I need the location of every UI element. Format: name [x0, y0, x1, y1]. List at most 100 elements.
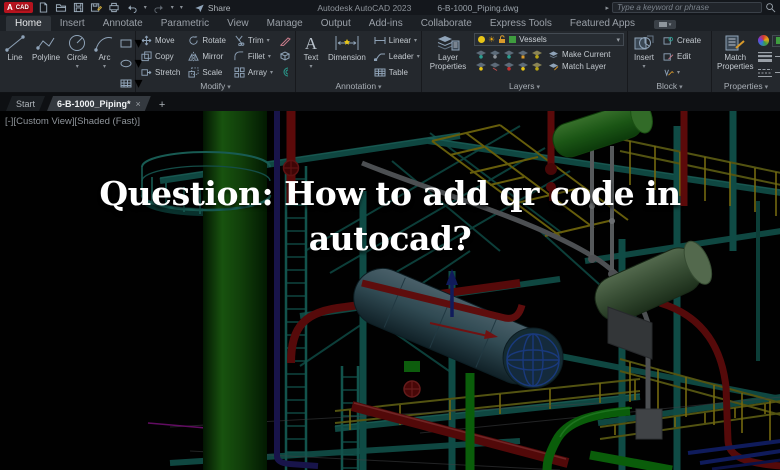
- layer-tool-icon[interactable]: [503, 49, 515, 59]
- stretch-tool[interactable]: Stretch: [139, 67, 182, 78]
- lineweight-select[interactable]: ByLayer: [775, 52, 780, 61]
- undo-icon[interactable]: [126, 2, 138, 13]
- layer-tool-icon[interactable]: [489, 61, 501, 71]
- modify-panel-label[interactable]: Modify: [136, 80, 295, 92]
- tab-annotate[interactable]: Annotate: [94, 16, 152, 31]
- copy-tool[interactable]: Copy: [139, 51, 182, 62]
- properties-panel-label[interactable]: Properties: [712, 80, 780, 92]
- plot-icon[interactable]: [108, 2, 120, 13]
- share-button[interactable]: Share: [194, 3, 231, 13]
- bulb-icon: [478, 36, 485, 43]
- offset-tool[interactable]: [279, 67, 291, 77]
- match-properties-icon: [725, 35, 745, 51]
- search-icon[interactable]: [765, 2, 776, 13]
- close-icon[interactable]: ×: [136, 99, 141, 109]
- table-tool[interactable]: Table: [372, 68, 410, 77]
- save-icon[interactable]: [73, 2, 84, 13]
- create-block-button[interactable]: Create: [661, 36, 703, 45]
- panel-properties: Match Properties ByLayer ▾ ByLayer: [712, 31, 780, 92]
- tab-output[interactable]: Output: [312, 16, 360, 31]
- trim-tool[interactable]: Trim ▾: [232, 35, 275, 47]
- leader-tool[interactable]: Leader ▾: [372, 52, 422, 61]
- explode-tool[interactable]: [279, 51, 291, 62]
- linetype-select[interactable]: ByLayer: [775, 68, 780, 77]
- search-input[interactable]: [612, 2, 762, 13]
- share-plane-icon: [195, 4, 204, 12]
- layer-select-value: Vessels: [519, 35, 547, 44]
- ribbon-options-button[interactable]: ▾: [653, 20, 676, 29]
- insert-block-button[interactable]: Insert ▾: [631, 33, 657, 80]
- annotation-extra-tools: Linear ▾ Leader ▾ Table: [371, 33, 423, 80]
- headline-line2: autocad?: [308, 219, 472, 258]
- tab-featured-apps[interactable]: Featured Apps: [561, 16, 644, 31]
- line-tool[interactable]: Line: [3, 33, 27, 93]
- tab-insert[interactable]: Insert: [51, 16, 94, 31]
- layer-tool-icon[interactable]: [517, 61, 529, 71]
- customize-qat-icon[interactable]: ▾: [180, 4, 183, 11]
- fillet-tool[interactable]: Fillet ▾: [232, 51, 275, 62]
- polyline-tool[interactable]: Polyline: [30, 33, 62, 93]
- new-file-icon[interactable]: [38, 2, 49, 13]
- dimension-tool[interactable]: Dimension: [326, 33, 368, 80]
- block-panel-label[interactable]: Block: [628, 80, 711, 92]
- drawing-canvas[interactable]: [-][Custom View][Shaded (Fast)] Question…: [0, 111, 780, 470]
- autocad-logo[interactable]: A CAD: [4, 2, 33, 13]
- layer-tool-icon[interactable]: [475, 49, 487, 59]
- ribbon: Line Polyline Circle ▾ Arc ▾ ▾ ▾ ▾ ▾ Mov…: [0, 31, 780, 104]
- annotation-panel-label[interactable]: Annotation: [296, 80, 421, 92]
- tab-express-tools[interactable]: Express Tools: [481, 16, 561, 31]
- open-folder-icon[interactable]: [55, 2, 67, 13]
- panel-modify: Move Copy Stretch Rotate Mirror Scale Tr…: [136, 31, 296, 92]
- circle-tool[interactable]: Circle ▾: [65, 33, 89, 93]
- move-tool[interactable]: Move: [139, 35, 182, 46]
- layer-tool-icon[interactable]: [531, 49, 543, 59]
- layer-tool-icon[interactable]: [531, 61, 543, 71]
- match-layer-button[interactable]: Match Layer: [548, 62, 610, 71]
- color-wheel-icon[interactable]: [758, 35, 770, 46]
- logo-a: A: [7, 3, 13, 12]
- svg-text:A: A: [305, 34, 318, 52]
- mirror-tool[interactable]: Mirror: [186, 51, 228, 62]
- edit-block-button[interactable]: Edit: [661, 52, 693, 61]
- layer-select[interactable]: ☀ Vessels ▾: [474, 33, 624, 46]
- object-color-row: ByLayer ▾: [758, 34, 780, 47]
- layer-properties-button[interactable]: Layer Properties: [425, 33, 471, 80]
- color-select[interactable]: ByLayer ▾: [772, 34, 780, 47]
- scale-tool[interactable]: Scale: [186, 67, 228, 78]
- arc-tool[interactable]: Arc ▾: [92, 33, 116, 93]
- tab-start[interactable]: Start: [6, 96, 45, 111]
- redo-dropdown-icon[interactable]: ▾: [171, 4, 174, 11]
- tab-view[interactable]: View: [218, 16, 258, 31]
- new-tab-button[interactable]: +: [153, 99, 171, 111]
- panel-block: Insert ▾ Create Edit ▾ Block: [628, 31, 712, 92]
- layer-tool-icon[interactable]: [475, 61, 487, 71]
- tab-document[interactable]: 6-B-1000_Piping* ×: [47, 96, 151, 111]
- circle-icon: [69, 35, 86, 51]
- make-current-button[interactable]: Make Current: [548, 50, 610, 59]
- scale-icon: [188, 67, 199, 78]
- save-as-icon[interactable]: [90, 2, 102, 13]
- match-properties-button[interactable]: Match Properties: [715, 33, 755, 80]
- array-tool[interactable]: Array ▾: [232, 67, 275, 78]
- create-block-icon: [663, 37, 673, 45]
- tab-collaborate[interactable]: Collaborate: [412, 16, 481, 31]
- layers-panel-label[interactable]: Layers: [422, 80, 627, 92]
- redo-icon[interactable]: [153, 2, 165, 13]
- text-tool[interactable]: A Text ▾: [299, 33, 323, 80]
- erase-tool[interactable]: [279, 36, 291, 46]
- tab-manage[interactable]: Manage: [258, 16, 312, 31]
- layer-tool-icon[interactable]: [503, 61, 515, 71]
- tab-parametric[interactable]: Parametric: [152, 16, 218, 31]
- table-icon: [374, 68, 386, 77]
- headline-line1: Question: How to add qr code in: [99, 174, 681, 213]
- viewport-controls[interactable]: [-][Custom View][Shaded (Fast)]: [5, 116, 140, 127]
- attribute-button[interactable]: ▾: [661, 68, 682, 77]
- layer-tool-icon[interactable]: [489, 49, 501, 59]
- tab-home[interactable]: Home: [6, 16, 51, 31]
- rotate-tool[interactable]: Rotate: [186, 35, 228, 46]
- search-chevron-icon[interactable]: ▸: [605, 4, 609, 12]
- undo-dropdown-icon[interactable]: ▾: [144, 4, 147, 11]
- linear-dim-tool[interactable]: Linear ▾: [372, 36, 419, 45]
- layer-tool-icon[interactable]: [517, 49, 529, 59]
- tab-add-ins[interactable]: Add-ins: [360, 16, 412, 31]
